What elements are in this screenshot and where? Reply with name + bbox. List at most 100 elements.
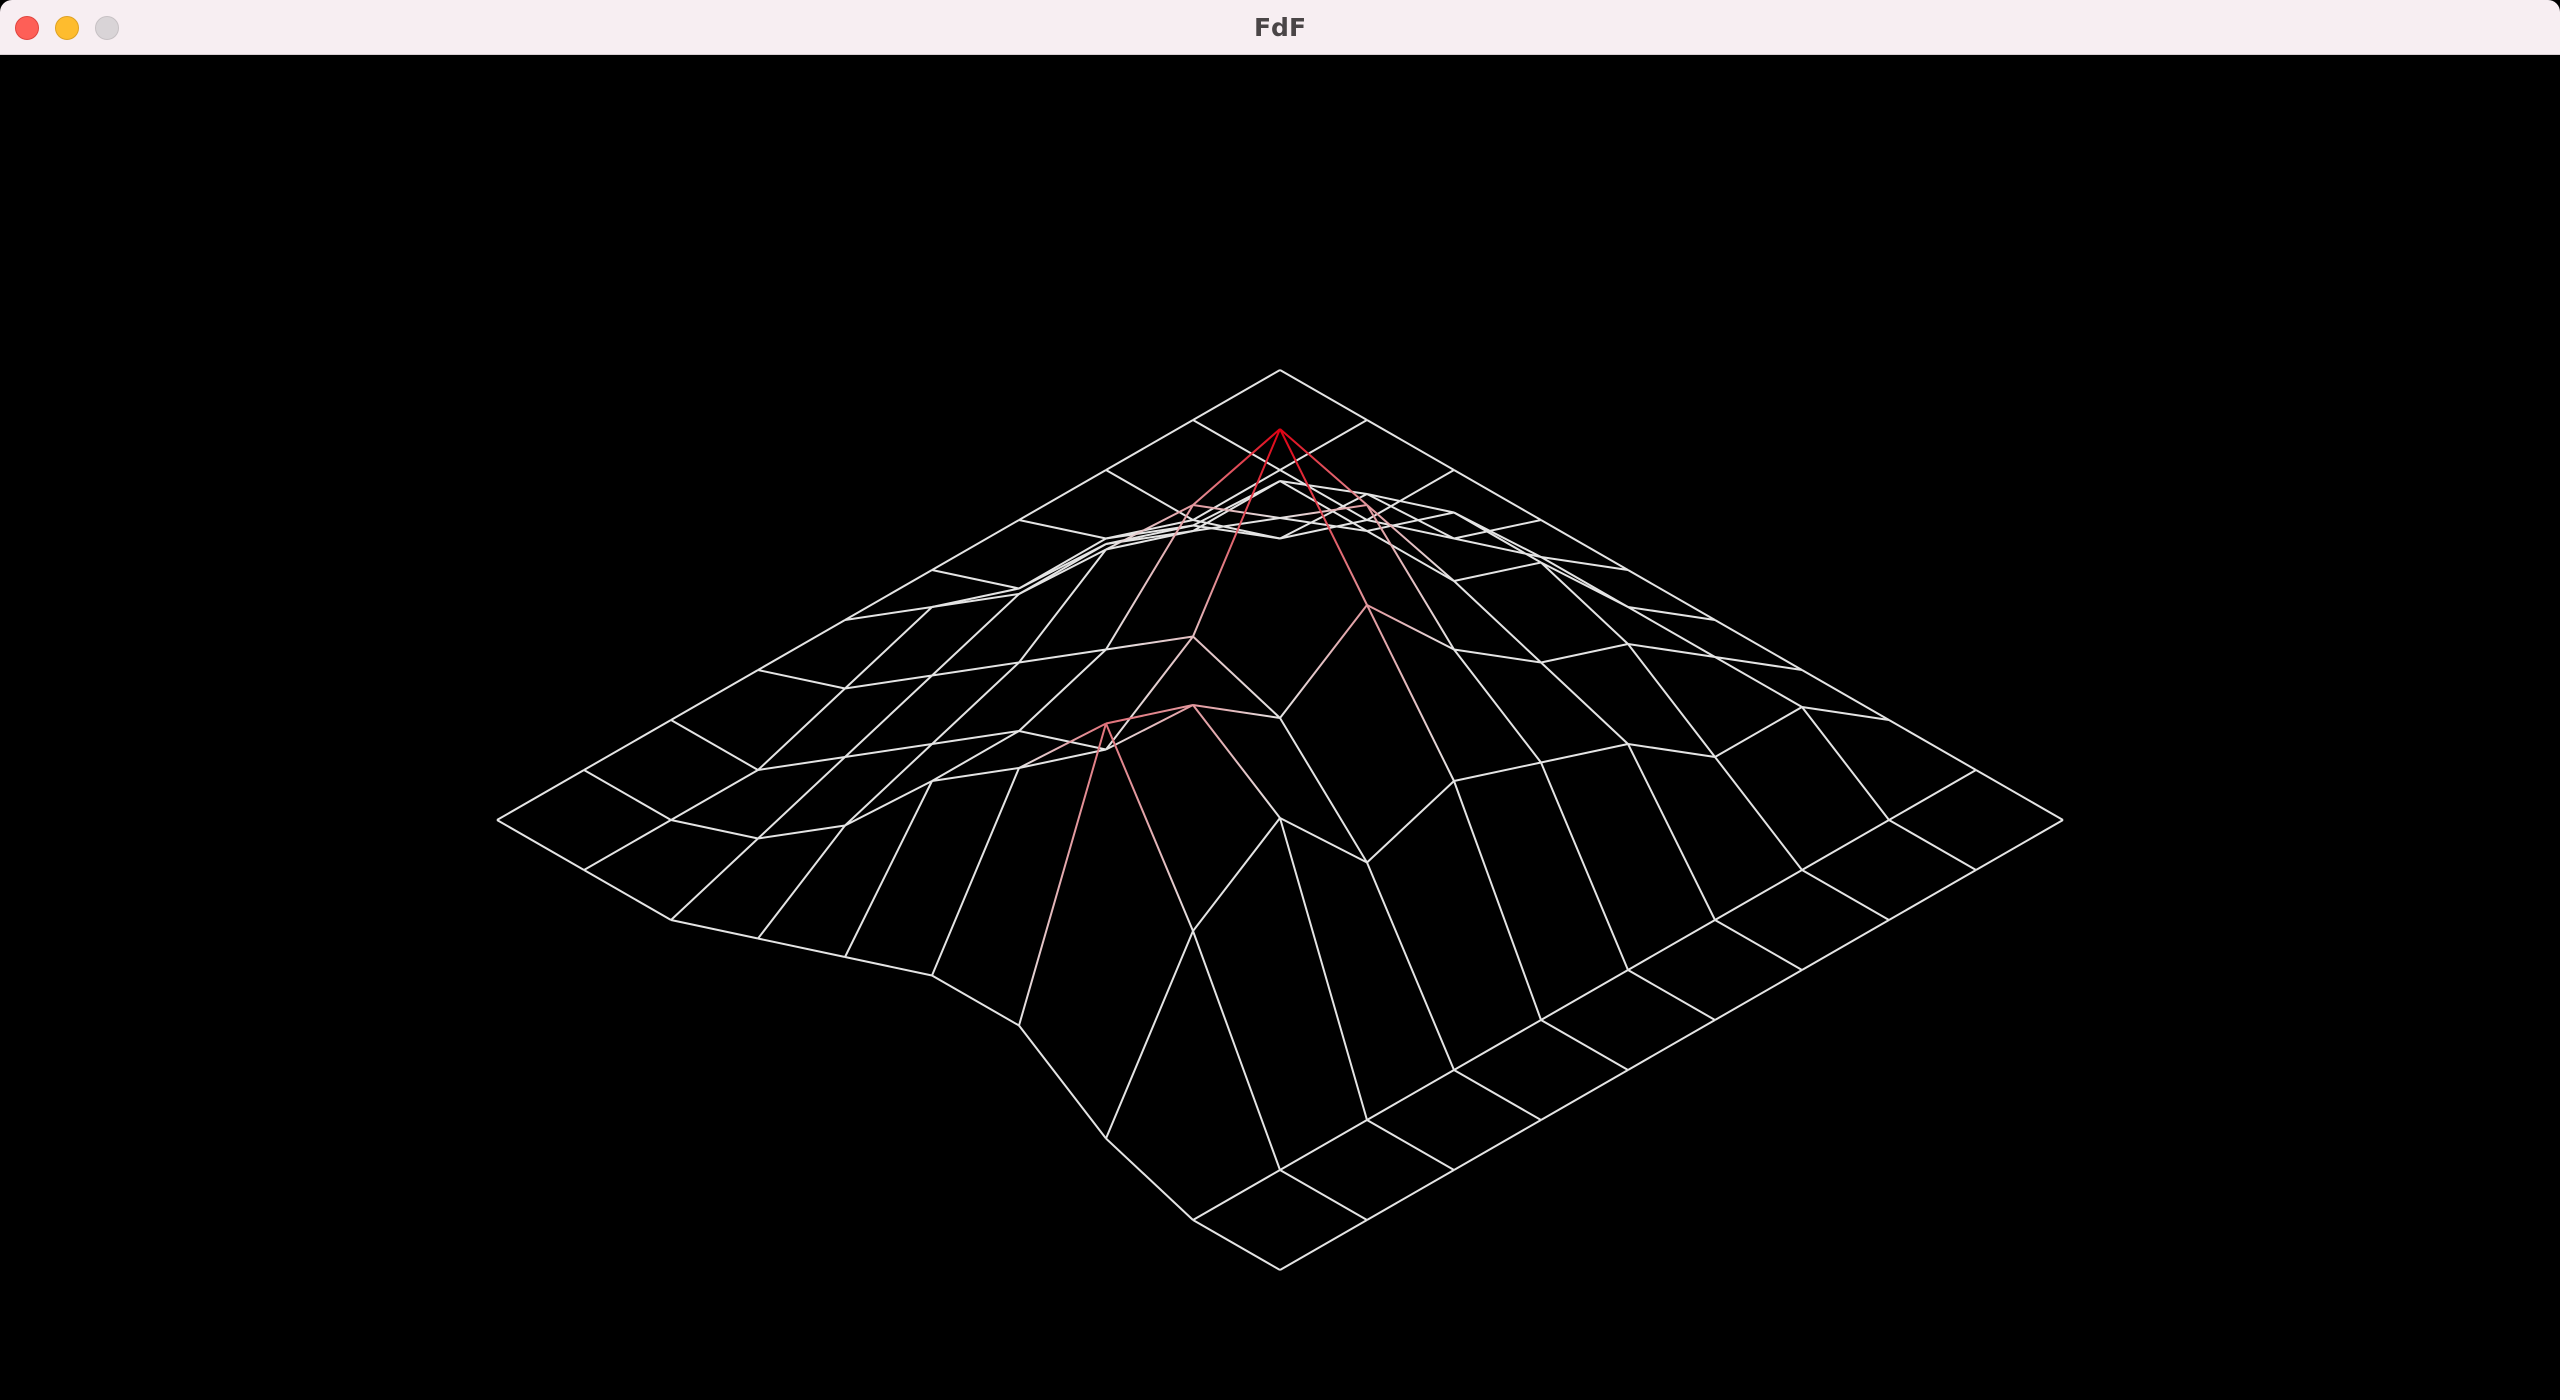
wire-segment bbox=[844, 956, 933, 977]
wire-segment bbox=[1279, 817, 1368, 1121]
wire-segment bbox=[1018, 723, 1107, 1026]
wire-segment bbox=[757, 619, 846, 671]
wire-segment bbox=[1627, 1019, 1716, 1071]
wire-segment bbox=[1714, 969, 1803, 1021]
wire-segment bbox=[1018, 548, 1107, 595]
wire-segment bbox=[1801, 919, 1890, 971]
wire-segment bbox=[1714, 706, 1803, 758]
wire-segment bbox=[1192, 635, 1281, 719]
wire-segment bbox=[1453, 648, 1542, 764]
wireframe-svg bbox=[496, 369, 2064, 1271]
wire-segment bbox=[1627, 919, 1716, 971]
wire-segment bbox=[1366, 530, 1455, 582]
wire-segment bbox=[1192, 369, 1281, 421]
wire-segment bbox=[1453, 469, 1542, 521]
wire-segment bbox=[1018, 469, 1107, 521]
zoom-icon[interactable] bbox=[95, 16, 119, 40]
wire-segment bbox=[931, 661, 1020, 745]
wire-segment bbox=[931, 767, 1020, 976]
wire-segment bbox=[1453, 1119, 1542, 1171]
wire-segment bbox=[1888, 769, 1977, 821]
wire-segment bbox=[1975, 769, 2064, 821]
wire-segment bbox=[1453, 561, 1542, 582]
wire-segment bbox=[1627, 743, 1716, 921]
wire-segment bbox=[1018, 648, 1107, 732]
wire-segment bbox=[1540, 1019, 1629, 1071]
wire-segment bbox=[844, 606, 933, 690]
wire-segment bbox=[1366, 604, 1455, 782]
wire-segment bbox=[1540, 661, 1629, 745]
wire-segment bbox=[496, 819, 585, 871]
wire-segment bbox=[1279, 428, 1368, 506]
wire-segment bbox=[1018, 519, 1107, 540]
window-title: FdF bbox=[1253, 13, 1307, 42]
wire-segment bbox=[1540, 561, 1629, 645]
wire-segment bbox=[1018, 1024, 1107, 1140]
wire-segment bbox=[1801, 869, 1890, 921]
wire-segment bbox=[1714, 869, 1803, 921]
close-icon[interactable] bbox=[15, 16, 39, 40]
wire-segment bbox=[1366, 519, 1455, 540]
wire-segment bbox=[1627, 643, 1716, 758]
wire-segment bbox=[670, 719, 759, 771]
wire-segment bbox=[757, 687, 846, 771]
wire-segment bbox=[1453, 511, 1542, 564]
wire-segment bbox=[670, 769, 759, 821]
wire-segment bbox=[1540, 969, 1629, 1021]
wire-segment bbox=[1366, 419, 1455, 471]
wire-segment bbox=[757, 937, 846, 958]
wire-segment bbox=[1366, 1069, 1455, 1121]
wire-segment bbox=[1540, 762, 1629, 971]
wire-segment bbox=[1105, 723, 1194, 932]
wire-segment bbox=[757, 756, 846, 840]
wire-segment bbox=[1192, 1169, 1281, 1221]
wire-segment bbox=[1192, 930, 1281, 1171]
wire-segment bbox=[1627, 969, 1716, 1021]
wire-segment bbox=[670, 919, 759, 940]
wire-segment bbox=[1105, 635, 1194, 751]
wire-segment bbox=[1279, 1119, 1368, 1171]
wire-segment bbox=[844, 780, 933, 827]
wire-segment bbox=[1366, 493, 1455, 514]
wire-segment bbox=[1366, 469, 1455, 521]
wire-segment bbox=[931, 519, 1020, 571]
wire-segment bbox=[1366, 1169, 1455, 1221]
wire-segment bbox=[583, 819, 672, 871]
wire-segment bbox=[583, 869, 672, 921]
wire-segment bbox=[1105, 635, 1194, 651]
wire-segment bbox=[1366, 780, 1455, 864]
wire-segment bbox=[1801, 706, 1890, 821]
wire-segment bbox=[670, 837, 759, 921]
wire-segment bbox=[931, 593, 1020, 677]
wire-segment bbox=[1627, 743, 1716, 758]
wire-segment bbox=[1279, 419, 1368, 471]
wire-segment bbox=[1192, 704, 1281, 819]
wire-segment bbox=[1888, 869, 1977, 921]
wire-segment bbox=[1279, 369, 1368, 421]
wire-segment bbox=[1279, 1169, 1368, 1221]
wire-segment bbox=[583, 719, 672, 771]
wire-segment bbox=[1540, 1069, 1629, 1121]
wire-segment bbox=[844, 674, 933, 758]
wire-segment bbox=[1105, 704, 1194, 751]
wire-segment bbox=[757, 824, 846, 940]
wire-segment bbox=[670, 669, 759, 721]
wire-segment bbox=[1540, 743, 1629, 764]
wire-segment bbox=[931, 974, 1020, 1027]
minimize-icon[interactable] bbox=[55, 16, 79, 40]
fdf-window: FdF bbox=[0, 0, 2560, 1400]
title-bar[interactable]: FdF bbox=[0, 0, 2560, 55]
wire-segment bbox=[1192, 1219, 1281, 1271]
wire-segment bbox=[1540, 561, 1629, 608]
wire-segment bbox=[1888, 719, 1977, 771]
wire-segment bbox=[1801, 819, 1890, 871]
wire-segment bbox=[1366, 862, 1455, 1071]
wireframe-canvas bbox=[0, 55, 2560, 1400]
wire-segment bbox=[1192, 428, 1281, 506]
wire-segment bbox=[583, 769, 672, 821]
wire-segment bbox=[1714, 756, 1803, 871]
wire-segment bbox=[931, 569, 1020, 590]
wire-segment bbox=[757, 669, 846, 690]
wire-segment bbox=[1192, 428, 1281, 637]
wire-segment bbox=[1279, 604, 1368, 719]
